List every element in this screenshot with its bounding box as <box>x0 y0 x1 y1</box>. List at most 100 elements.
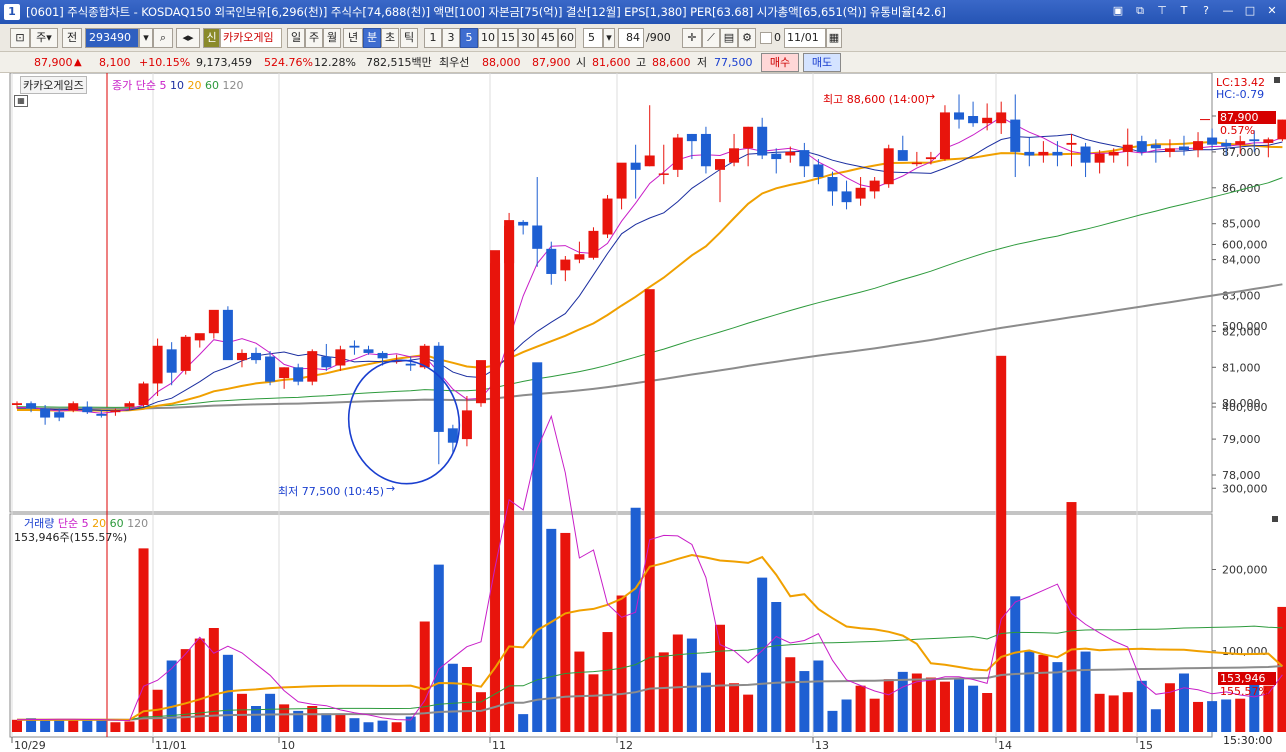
volume-bar <box>504 225 515 732</box>
candle-body <box>1207 137 1218 145</box>
ma60-legend: 60 <box>204 79 219 92</box>
sell-button[interactable]: 매도 <box>803 53 841 72</box>
x-axis-label: 10/29 <box>14 739 46 752</box>
price-ma-legend: 종가 단순 5 10 20 60 120 <box>112 77 243 93</box>
period-button[interactable]: 월 <box>323 28 341 48</box>
chart-canvas[interactable]: 10/2911/0110111213141588,00087,00086,000… <box>0 72 1286 752</box>
candle-body <box>124 403 135 407</box>
candle-body <box>1277 119 1286 140</box>
pin-icon[interactable]: ⊤ <box>1154 3 1170 19</box>
volume-current-tag: 153,946 <box>1218 672 1276 685</box>
mode-select[interactable]: 주▾ <box>30 28 58 48</box>
count-input[interactable]: 84 <box>618 28 644 48</box>
save-icon[interactable]: ▤ <box>720 28 738 48</box>
grid-table-icon[interactable]: ▦ <box>14 95 28 107</box>
candle-body <box>996 112 1007 124</box>
zero-checkbox-label: 0 <box>774 31 781 44</box>
stock-code-dropdown[interactable]: ▾ <box>139 28 153 48</box>
candle-body <box>1066 142 1077 145</box>
new-listing-badge: 신 <box>203 28 220 48</box>
interval-button[interactable]: 5 <box>460 28 478 48</box>
stock-code-input[interactable]: 293490 <box>85 28 139 48</box>
settings-gear-icon[interactable]: ⚙ <box>738 28 756 48</box>
candle-body <box>208 309 219 334</box>
candle-body <box>925 157 936 160</box>
volume-bar <box>124 721 135 732</box>
crosshair-icon[interactable]: ✛ <box>682 28 702 48</box>
interval-button[interactable]: 10 <box>478 28 498 48</box>
trend-tool-icon[interactable]: ⟋ <box>702 28 720 48</box>
candle-body <box>349 345 360 348</box>
best-bid-label: 최우선 <box>439 56 470 69</box>
period-button[interactable]: 일 <box>287 28 305 48</box>
candle-body <box>1235 141 1246 145</box>
volume-bar <box>1010 596 1021 732</box>
period-button[interactable]: 분 <box>363 28 381 48</box>
volume-bar <box>743 694 754 732</box>
maximize-icon[interactable]: □ <box>1242 3 1258 19</box>
new-window-icon[interactable]: ⧉ <box>1132 3 1148 19</box>
current-rate-tag: 0.57% <box>1220 124 1255 137</box>
volume-bar <box>1108 695 1119 732</box>
candle-body <box>307 351 318 382</box>
volume-rate-tag: 155.57% <box>1220 685 1269 698</box>
calendar-icon[interactable]: ▦ <box>826 28 842 48</box>
candle-body <box>757 126 768 156</box>
restore-layout-icon[interactable]: ▣ <box>1110 3 1126 19</box>
interval-dropdown[interactable]: ▾ <box>603 28 615 48</box>
volume-axis-label: 200,000 <box>1222 564 1268 577</box>
search-icon[interactable]: ⌕ <box>153 28 173 48</box>
price-panel-maximize-icon <box>1274 77 1280 83</box>
volume-bar <box>405 716 416 732</box>
interval-button[interactable]: 15 <box>498 28 518 48</box>
volume-bar <box>729 683 740 732</box>
volume-bar <box>532 362 543 732</box>
y-axis-label: 78,000 <box>1222 469 1261 482</box>
y-axis-label: 81,000 <box>1222 361 1261 374</box>
candle-body <box>475 360 486 404</box>
volume-bar <box>433 564 444 732</box>
chart-area[interactable]: 10/2911/0110111213141588,00087,00086,000… <box>0 72 1286 752</box>
period-button[interactable]: 주 <box>305 28 323 48</box>
volume-bar <box>447 663 458 732</box>
buy-button[interactable]: 매수 <box>761 53 799 72</box>
x-axis-label: 11 <box>492 739 506 752</box>
candle-body <box>222 309 233 361</box>
close-icon[interactable]: ✕ <box>1264 3 1280 19</box>
interval-button[interactable]: 3 <box>442 28 460 48</box>
help-icon[interactable]: ? <box>1198 3 1214 19</box>
candle-body <box>954 112 965 120</box>
volume-bar <box>813 660 824 732</box>
date-input[interactable]: 11/01 <box>784 28 826 48</box>
volume-bar <box>939 681 950 732</box>
volume-bar <box>602 632 613 732</box>
volume-axis-label: 300,000 <box>1222 482 1268 495</box>
volume-bar <box>110 722 121 732</box>
interval-button[interactable]: 60 <box>558 28 576 48</box>
interval-input[interactable]: 5 <box>583 28 603 48</box>
period-button[interactable]: 초 <box>381 28 399 48</box>
volume-bar <box>560 532 571 732</box>
minimize-icon[interactable]: — <box>1220 3 1236 19</box>
volume-bar <box>841 699 852 732</box>
interval-button[interactable]: 30 <box>518 28 538 48</box>
low-label: 저 <box>697 56 708 69</box>
period-button[interactable]: 년 <box>343 28 363 48</box>
candle-body <box>1136 141 1147 152</box>
market-button[interactable]: 전 <box>62 28 82 48</box>
zero-checkbox[interactable] <box>760 32 772 44</box>
volume-panel-maximize-icon <box>1272 516 1278 522</box>
period-button[interactable]: 틱 <box>400 28 418 48</box>
font-icon[interactable]: T <box>1176 3 1192 19</box>
candle-body <box>968 116 979 124</box>
x-axis-label: 11/01 <box>155 739 187 752</box>
candle-body <box>911 162 922 165</box>
stock-legend-tag[interactable]: 카카오게임즈 <box>20 76 87 94</box>
volume-bar <box>588 674 599 732</box>
volume-bar <box>377 720 388 732</box>
link-icon[interactable]: ⊡ <box>10 28 30 48</box>
interval-button[interactable]: 1 <box>424 28 442 48</box>
interval-button[interactable]: 45 <box>538 28 558 48</box>
stock-prev-next-icon[interactable]: ◂▸ <box>176 28 200 48</box>
candle-body <box>279 367 290 379</box>
